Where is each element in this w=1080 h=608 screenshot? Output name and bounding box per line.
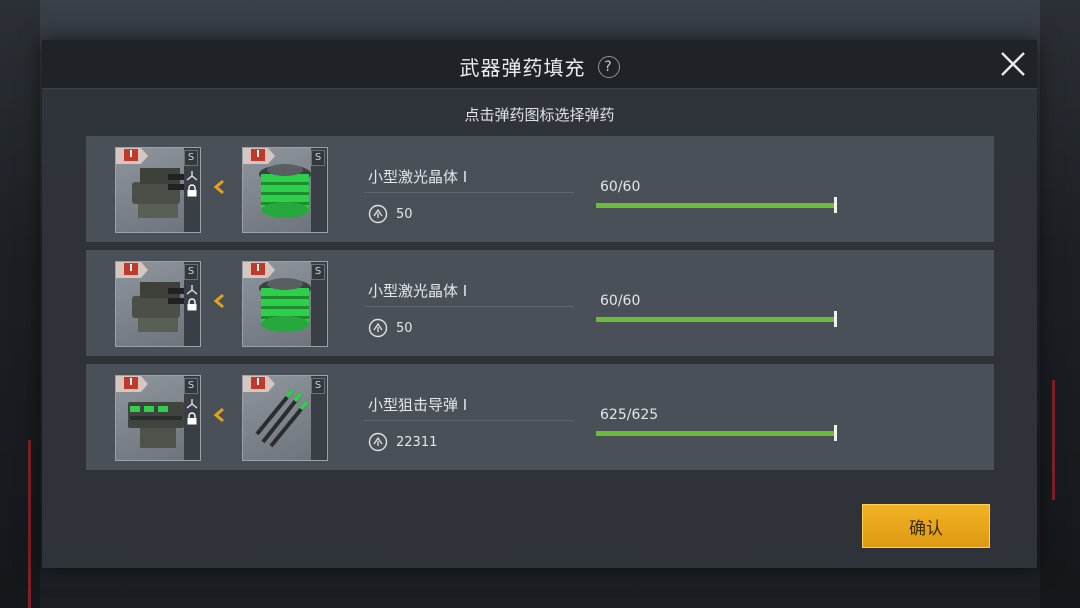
dialog-subtitle: 点击弹药图标选择弹药 bbox=[464, 106, 615, 124]
ammo-count-icon bbox=[368, 432, 388, 452]
weapon-slot[interactable]: I S bbox=[115, 375, 201, 461]
divider bbox=[364, 420, 574, 421]
background-structure bbox=[0, 0, 40, 608]
size-badge: S bbox=[311, 378, 325, 394]
capacity-bar bbox=[596, 431, 836, 436]
ammo-count: 50 bbox=[396, 321, 413, 336]
fitting-icon bbox=[186, 285, 198, 295]
ammo-count-icon bbox=[368, 318, 388, 338]
capacity-bar bbox=[596, 203, 836, 208]
dialog-titlebar: 武器弹药填充 ? bbox=[42, 40, 1037, 89]
capacity-text: 625/625 bbox=[600, 407, 659, 423]
ammo-count: 22311 bbox=[396, 435, 438, 450]
ammo-name: 小型激光晶体 I bbox=[368, 168, 468, 186]
capacity-bar-fill bbox=[596, 431, 836, 436]
capacity-bar-end bbox=[834, 425, 837, 441]
size-badge: S bbox=[184, 264, 198, 280]
ammo-row: I S I S 小型激光晶体 I 50 60/60 bbox=[86, 136, 994, 242]
divider bbox=[364, 306, 574, 307]
fitting-icon bbox=[186, 171, 198, 181]
size-badge: S bbox=[184, 378, 198, 394]
ammo-row: I S I S 小型狙击导弹 I 22311 625/625 bbox=[86, 364, 994, 470]
size-badge: S bbox=[184, 150, 198, 166]
help-icon[interactable]: ? bbox=[597, 55, 620, 78]
fitting-icon bbox=[186, 399, 198, 409]
chevron-left-icon bbox=[213, 293, 224, 309]
background-light bbox=[28, 440, 31, 608]
ammo-name: 小型狙击导弹 I bbox=[368, 396, 468, 414]
ammo-count-icon bbox=[368, 204, 388, 224]
size-badge: S bbox=[311, 264, 325, 280]
chevron-left-icon bbox=[213, 179, 224, 195]
ammo-slot[interactable]: I S bbox=[242, 261, 328, 347]
capacity-bar-end bbox=[834, 311, 837, 327]
lock-icon bbox=[187, 298, 197, 311]
ammo-refill-dialog: 武器弹药填充 ? 点击弹药图标选择弹药 I S I S 小型激光晶体 I 50 … bbox=[42, 40, 1037, 568]
ammo-slot[interactable]: I S bbox=[242, 147, 328, 233]
chevron-left-icon bbox=[213, 407, 224, 423]
divider bbox=[364, 192, 574, 193]
dialog-title: 武器弹药填充 bbox=[459, 56, 586, 80]
lock-icon bbox=[187, 184, 197, 197]
ammo-count: 50 bbox=[396, 207, 413, 222]
capacity-text: 60/60 bbox=[600, 293, 641, 309]
capacity-bar bbox=[596, 317, 836, 322]
weapon-slot[interactable]: I S bbox=[115, 261, 201, 347]
lock-icon bbox=[187, 412, 197, 425]
background-light bbox=[1052, 380, 1055, 500]
close-icon[interactable] bbox=[999, 50, 1027, 78]
background-structure bbox=[1040, 0, 1080, 608]
size-badge: S bbox=[311, 150, 325, 166]
capacity-bar-fill bbox=[596, 317, 836, 322]
capacity-text: 60/60 bbox=[600, 179, 641, 195]
capacity-bar-end bbox=[834, 197, 837, 213]
ammo-name: 小型激光晶体 I bbox=[368, 282, 468, 300]
weapon-slot[interactable]: I S bbox=[115, 147, 201, 233]
ammo-slot[interactable]: I S bbox=[242, 375, 328, 461]
confirm-button[interactable]: 确认 bbox=[862, 504, 990, 548]
ammo-row: I S I S 小型激光晶体 I 50 60/60 bbox=[86, 250, 994, 356]
capacity-bar-fill bbox=[596, 203, 836, 208]
